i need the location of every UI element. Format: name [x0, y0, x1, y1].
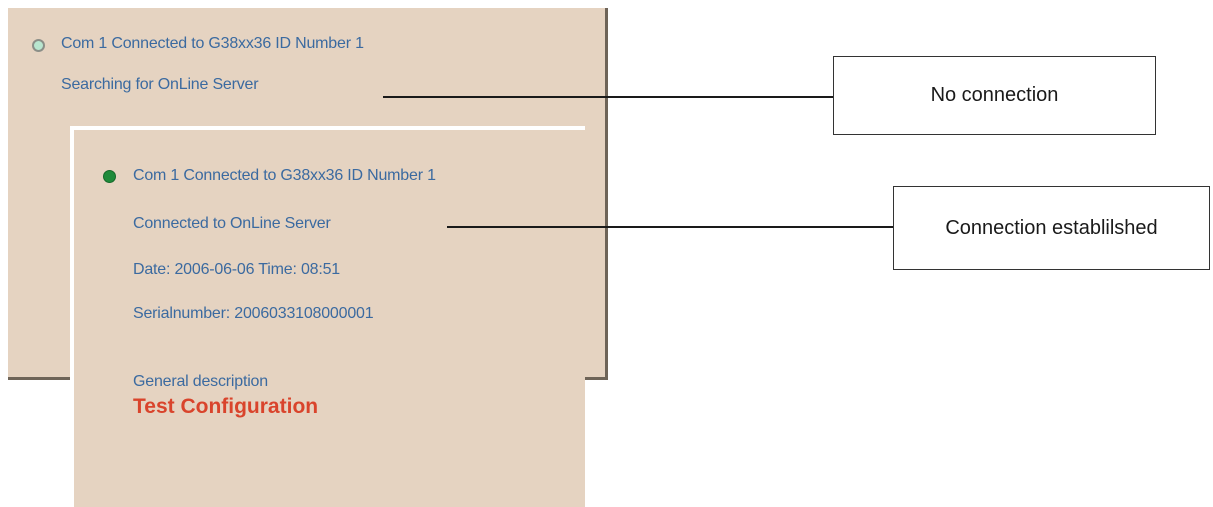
- status-led-on-icon: [103, 170, 116, 183]
- no-connection-leader-line: [383, 96, 833, 98]
- configuration-name: Test Configuration: [133, 395, 319, 418]
- online-connection-text: Com 1 Connected to G38xx36 ID Number 1: [133, 167, 436, 184]
- connection-established-leader-line: [447, 226, 893, 228]
- online-serial-text: Serialnumber: 2006033108000001: [133, 305, 374, 322]
- status-led-off-icon: [32, 39, 45, 52]
- offline-connection-text: Com 1 Connected to G38xx36 ID Number 1: [61, 35, 364, 52]
- general-description-label: General description: [133, 373, 268, 390]
- no-connection-callout: No connection: [833, 56, 1156, 135]
- connection-established-callout: Connection establilshed: [893, 186, 1210, 270]
- online-server-status-text: Connected to OnLine Server: [133, 215, 331, 232]
- online-datetime-text: Date: 2006-06-06 Time: 08:51: [133, 261, 340, 278]
- offline-server-status-text: Searching for OnLine Server: [61, 76, 259, 93]
